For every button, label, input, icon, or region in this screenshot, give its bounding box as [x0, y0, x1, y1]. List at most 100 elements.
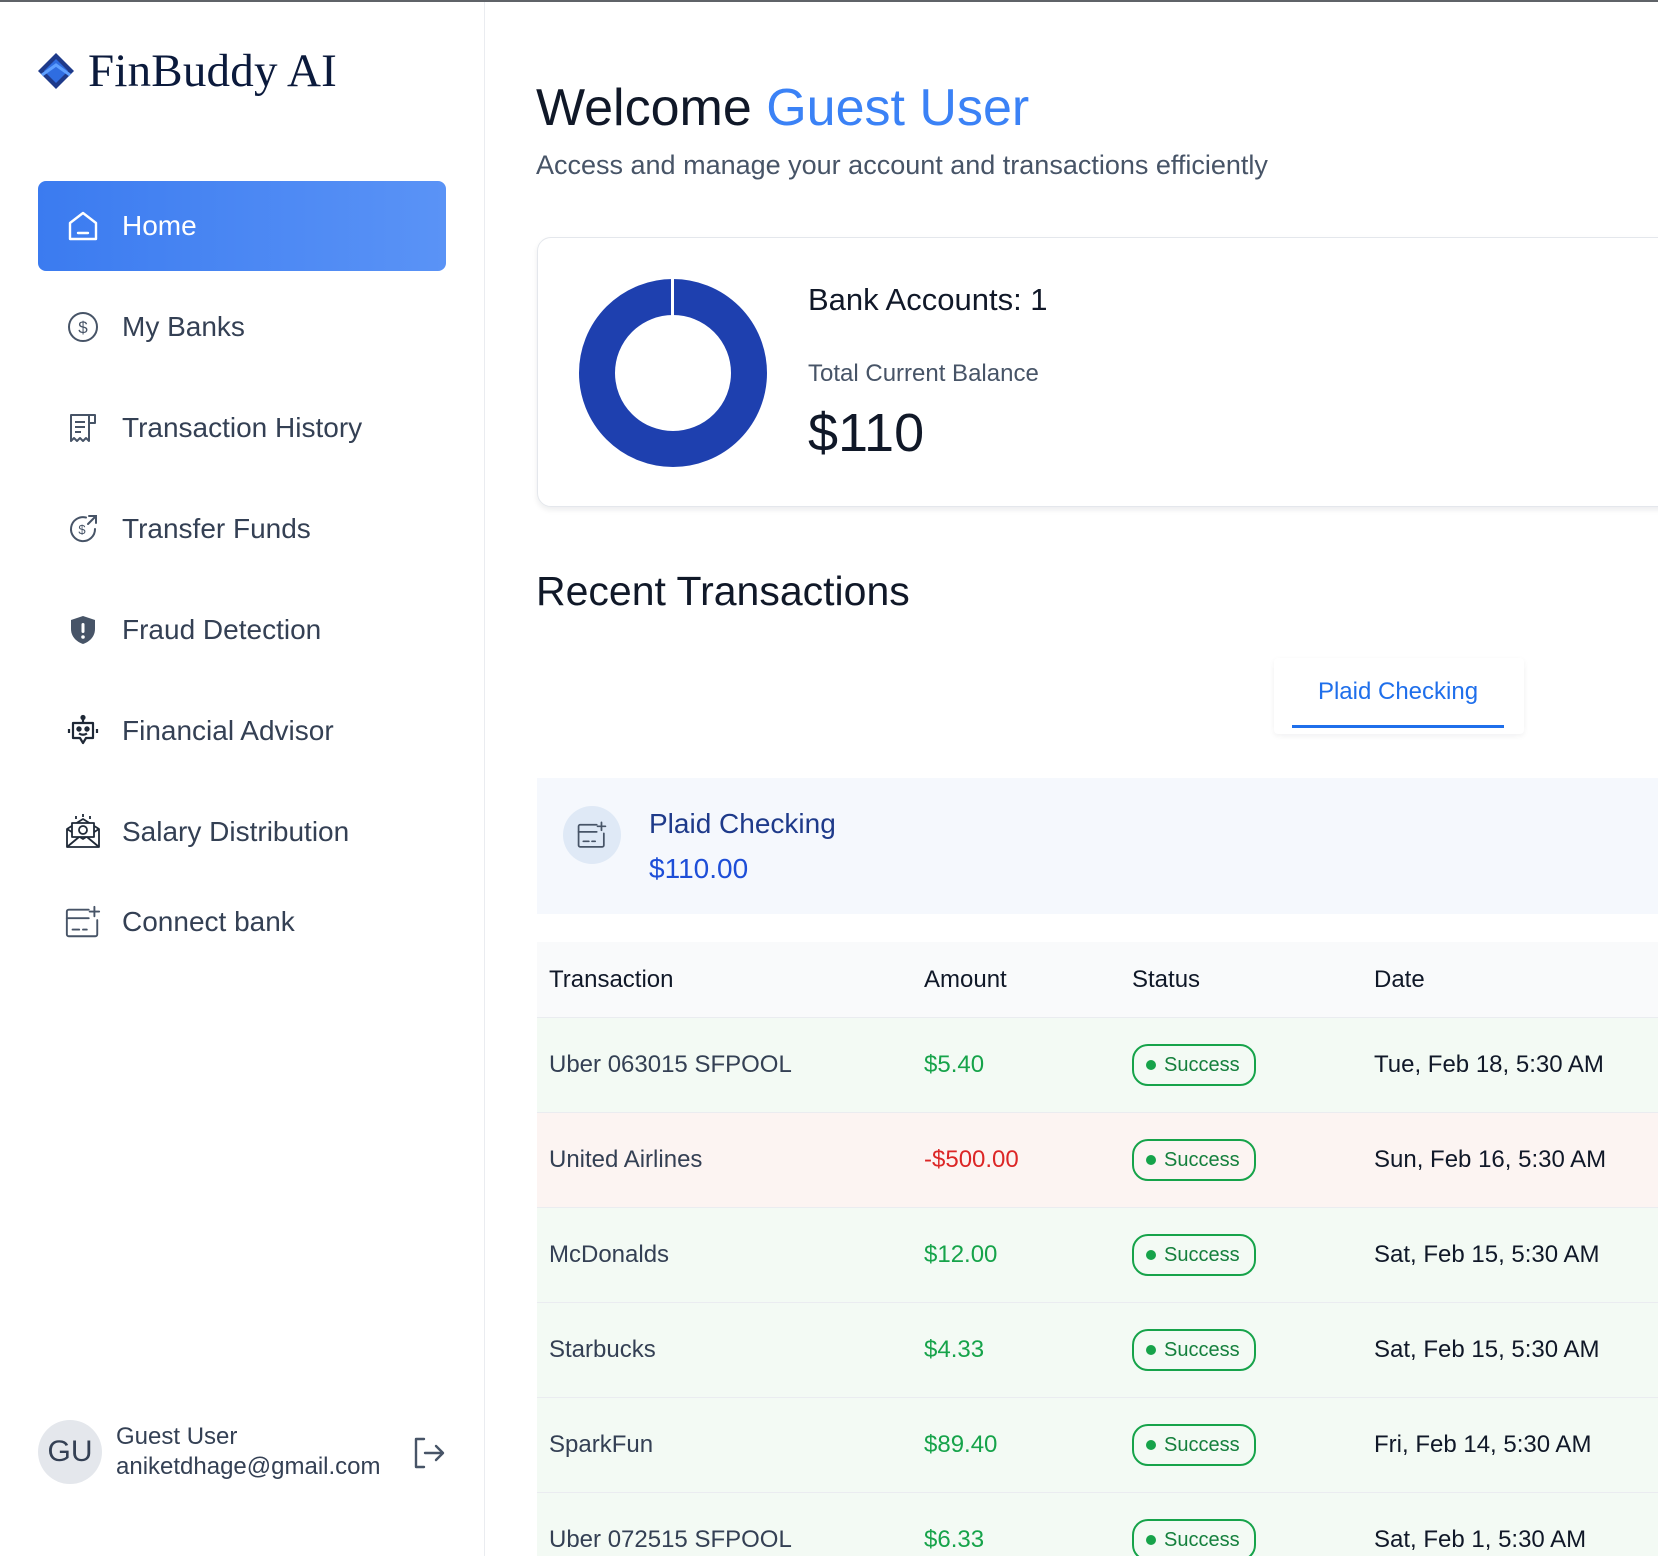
table-row[interactable]: United Airlines -$500.00 Success Sun, Fe… [537, 1113, 1658, 1208]
welcome-text: Welcome [536, 79, 752, 137]
status-dot [1146, 1440, 1156, 1450]
table-row[interactable]: Uber 063015 SFPOOL $5.40 Success Tue, Fe… [537, 1018, 1658, 1113]
sidebar-item-label: Financial Advisor [122, 715, 334, 746]
logout-icon [414, 1437, 445, 1469]
sidebar-item-transfer-funds[interactable]: $ Transfer Funds [38, 484, 446, 574]
balance-donut-chart [579, 279, 767, 467]
user-name: Guest User [116, 1423, 238, 1450]
status-label: Success [1164, 1053, 1240, 1076]
transaction-amount: -$500.00 [924, 1146, 1019, 1173]
transaction-name: SparkFun [549, 1431, 654, 1458]
dollar-circle-icon: $ [64, 308, 102, 346]
status-badge: Success [1132, 1424, 1256, 1466]
status-cell: Success [1132, 1044, 1374, 1086]
sidebar-item-label: Transfer Funds [122, 513, 311, 544]
welcome-user-name: Guest User [766, 79, 1030, 137]
table-row[interactable]: Starbucks $4.33 Success Sat, Feb 15, 5:3… [537, 1303, 1658, 1398]
status-label: Success [1164, 1528, 1240, 1551]
transaction-amount: $5.40 [924, 1051, 985, 1078]
status-label: Success [1164, 1338, 1240, 1361]
sidebar-item-label: Transaction History [122, 412, 363, 443]
table-row[interactable]: SparkFun $89.40 Success Fri, Feb 14, 5:3… [537, 1398, 1658, 1493]
main-content: Welcome Guest User Access and manage you… [486, 2, 1658, 1556]
transaction-date: Sun, Feb 16, 5:30 AM [1374, 1146, 1607, 1173]
sidebar-item-label: Connect bank [122, 906, 295, 937]
status-badge: Success [1132, 1139, 1256, 1181]
status-label: Success [1164, 1433, 1240, 1456]
app-name: FinBuddy AI [88, 45, 337, 97]
status-badge: Success [1132, 1329, 1256, 1371]
status-badge: Success [1132, 1519, 1256, 1556]
column-header-transaction: Transaction [549, 965, 674, 993]
status-dot [1146, 1535, 1156, 1545]
bank-info-card[interactable]: Plaid Checking $110.00 [537, 778, 1658, 914]
donut-segment-plaid-checking [579, 279, 767, 467]
transaction-name: McDonalds [549, 1241, 670, 1268]
page-title: Welcome Guest User [536, 78, 1029, 138]
sidebar-item-label: Home [122, 210, 197, 241]
status-label: Success [1164, 1243, 1240, 1266]
status-badge: Success [1132, 1044, 1256, 1086]
sidebar-item-fraud-detection[interactable]: Fraud Detection [38, 585, 446, 675]
sidebar-item-financial-advisor[interactable]: Financial Advisor [38, 686, 446, 776]
transaction-name: Uber 072515 SFPOOL [549, 1526, 792, 1553]
transaction-date: Sat, Feb 15, 5:30 AM [1374, 1241, 1600, 1268]
total-balance-card: Bank Accounts: 1 Total Current Balance $… [537, 237, 1658, 507]
card-add-icon [64, 903, 102, 941]
card-add-icon [563, 806, 621, 864]
status-dot [1146, 1060, 1156, 1070]
transaction-date: Sat, Feb 1, 5:30 AM [1374, 1526, 1587, 1553]
table-header: Transaction Amount Status Date [537, 942, 1658, 1018]
robot-icon [64, 712, 102, 750]
svg-text:$: $ [78, 318, 88, 337]
page-subtitle: Access and manage your account and trans… [536, 150, 1268, 180]
shield-alert-icon [64, 611, 102, 649]
receipt-icon [64, 409, 102, 447]
sidebar: FinBuddy AI Home $ My Banks Transaction … [0, 2, 485, 1556]
bank-tabs: Plaid Checking [1274, 658, 1524, 734]
status-cell: Success [1132, 1139, 1374, 1181]
status-badge: Success [1132, 1234, 1256, 1276]
money-envelope-icon [64, 813, 102, 851]
app-logo[interactable]: FinBuddy AI [36, 44, 337, 98]
column-header-date: Date [1374, 965, 1425, 993]
transaction-amount: $12.00 [924, 1241, 998, 1268]
column-header-amount: Amount [924, 965, 1007, 993]
table-row[interactable]: Uber 072515 SFPOOL $6.33 Success Sat, Fe… [537, 1493, 1658, 1556]
logo-icon [38, 53, 74, 89]
status-cell: Success [1132, 1329, 1374, 1371]
column-header-status: Status [1132, 965, 1201, 993]
status-dot [1146, 1155, 1156, 1165]
svg-text:$: $ [78, 522, 86, 537]
sidebar-item-connect-bank[interactable]: Connect bank [38, 877, 446, 967]
money-send-icon: $ [64, 510, 102, 548]
status-label: Success [1164, 1148, 1240, 1171]
sidebar-item-label: Salary Distribution [122, 816, 350, 847]
recent-transactions-title: Recent Transactions [536, 568, 910, 614]
home-icon [64, 207, 102, 245]
sidebar-item-home[interactable]: Home [38, 181, 446, 271]
sidebar-item-salary-distribution[interactable]: Salary Distribution [38, 787, 446, 877]
transaction-date: Fri, Feb 14, 5:30 AM [1374, 1431, 1592, 1458]
status-cell: Success [1132, 1424, 1374, 1466]
logout-button[interactable] [408, 1433, 448, 1473]
sidebar-item-my-banks[interactable]: $ My Banks [38, 282, 446, 372]
user-email: aniketdhage@gmail.com [116, 1453, 381, 1480]
user-info: Guest User aniketdhage@gmail.com [116, 1422, 381, 1482]
transaction-date: Sat, Feb 15, 5:30 AM [1374, 1336, 1600, 1363]
bank-info-name: Plaid Checking [649, 808, 836, 839]
status-dot [1146, 1345, 1156, 1355]
bank-info-balance: $110.00 [649, 853, 749, 884]
sidebar-item-transaction-history[interactable]: Transaction History [38, 383, 446, 473]
transaction-amount: $89.40 [924, 1431, 998, 1458]
transaction-date: Tue, Feb 18, 5:30 AM [1374, 1051, 1604, 1078]
tab-plaid-checking[interactable]: Plaid Checking [1292, 658, 1504, 728]
table-row[interactable]: McDonalds $12.00 Success Sat, Feb 15, 5:… [537, 1208, 1658, 1303]
donut-segment-gap [671, 279, 674, 319]
bank-accounts-count: Bank Accounts: 1 [808, 282, 1048, 317]
sidebar-item-label: Fraud Detection [122, 614, 322, 645]
transaction-name: Uber 063015 SFPOOL [549, 1051, 792, 1078]
transaction-amount: $6.33 [924, 1526, 985, 1553]
transactions-table: Transaction Amount Status Date Uber 0630… [537, 942, 1658, 1556]
avatar[interactable]: GU [38, 1420, 102, 1484]
